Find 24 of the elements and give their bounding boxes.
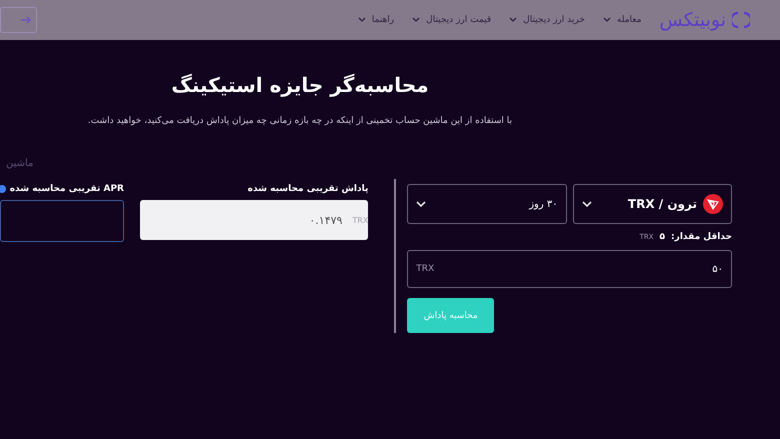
calculate-button[interactable]: محاسبه پاداش <box>407 298 494 333</box>
chevron-down-icon <box>358 17 366 23</box>
chevron-down-icon <box>602 17 611 23</box>
chevron-down-icon <box>412 17 420 23</box>
reward-label: پاداش تقریبی محاسبه شده <box>246 184 368 194</box>
nav-menu-item[interactable]: خرید ارز دیجیتال <box>509 15 585 25</box>
login-button[interactable] <box>0 7 37 33</box>
coin-select[interactable]: ترون / TRX <box>572 184 732 224</box>
arrow-icon <box>20 15 32 25</box>
nav-menu-item[interactable]: معامله <box>602 15 642 25</box>
chevron-down-icon <box>582 200 592 208</box>
nav-menu-item[interactable]: راهنما <box>358 15 394 25</box>
minimum-value: ۵ <box>660 232 666 242</box>
page-title: محاسبه‌گر جایزه استیکینگ <box>170 73 430 97</box>
period-select[interactable]: ۳۰ روز <box>407 184 567 224</box>
minimum-label: حداقل مقدار: <box>671 232 732 242</box>
tron-icon <box>703 194 723 214</box>
chevron-down-icon <box>416 200 426 208</box>
nav-menu-item[interactable]: قیمت ارز دیجیتال <box>412 15 492 25</box>
chevron-down-icon <box>509 17 518 23</box>
apr-label: APR تقریبی محاسبه شده <box>10 184 124 194</box>
page-description: با استفاده از این ماشین حساب تخمینی از اینکه در چه بازه زمانی چه میزان پاداش دریافت می‌کنید، خواهید داشت. <box>86 116 512 126</box>
logo-icon <box>732 11 750 29</box>
section-label: ماشین <box>6 158 34 171</box>
